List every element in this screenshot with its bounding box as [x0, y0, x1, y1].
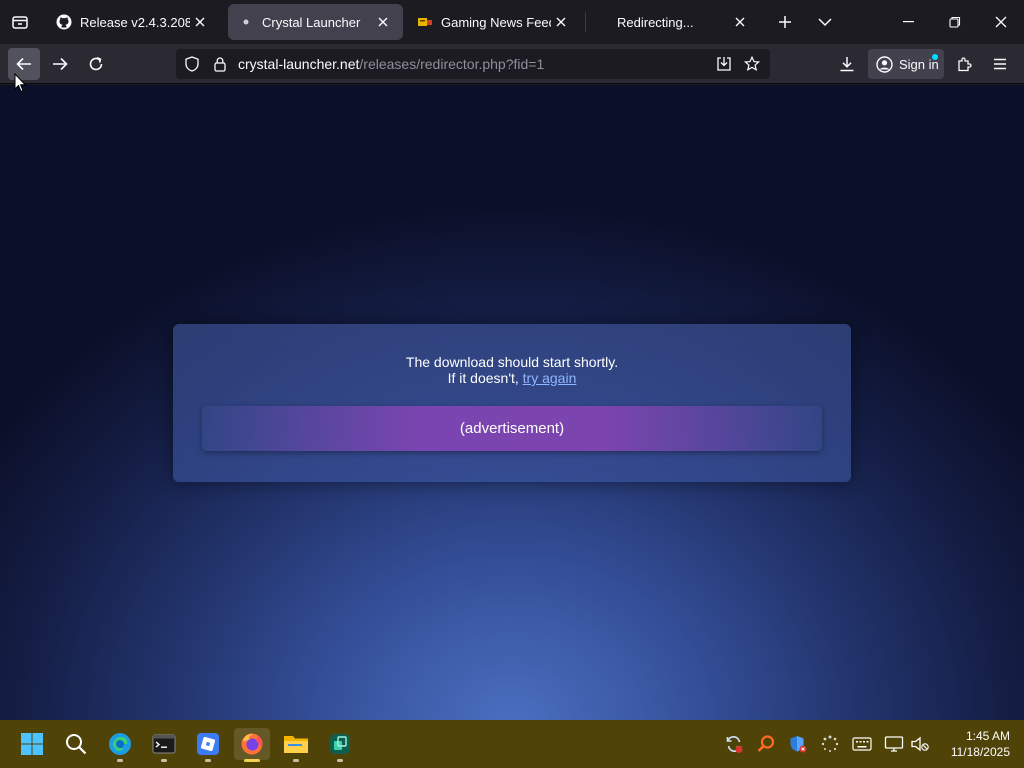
security-shield-icon[interactable] — [786, 732, 810, 756]
shield-icon[interactable] — [184, 56, 200, 72]
close-icon[interactable] — [730, 12, 750, 32]
running-indicator — [337, 759, 343, 762]
hamburger-menu-icon — [994, 58, 1006, 70]
download-message: The download should start shortly. — [405, 354, 619, 370]
start-icon — [21, 733, 43, 755]
search-icon — [66, 734, 87, 755]
tab-title: Crystal Launcher — [262, 14, 361, 30]
start-button[interactable] — [14, 728, 50, 760]
close-icon[interactable] — [190, 12, 210, 32]
tab-title: Redirecting... — [617, 14, 694, 30]
running-indicator — [205, 759, 211, 762]
retry-prefix: If it doesn't, — [447, 370, 523, 386]
tab-title: Release v2.4.3.2085-leg — [80, 14, 190, 30]
download-icon — [840, 57, 854, 72]
tab-gaming-news[interactable]: Gaming News Feed — [407, 4, 581, 40]
taskbar-firefox[interactable] — [234, 728, 270, 762]
arrow-right-icon — [53, 57, 68, 71]
close-window-button[interactable] — [978, 0, 1024, 44]
running-indicator — [293, 759, 299, 762]
install-app-icon[interactable] — [716, 56, 732, 72]
chevron-down-icon — [818, 18, 832, 27]
tab-title: Gaming News Feed — [441, 14, 551, 30]
close-icon[interactable] — [551, 12, 571, 32]
tab-strip: Release v2.4.3.2085-leg Crystal Launcher… — [0, 0, 1024, 44]
firefox-icon — [241, 733, 263, 755]
close-icon[interactable] — [373, 12, 393, 32]
downloads-button[interactable] — [831, 48, 863, 80]
roblox-icon — [197, 733, 219, 755]
navigation-toolbar: crystal-launcher.net/releases/redirector… — [0, 44, 1024, 84]
restore-icon — [949, 16, 961, 28]
app-icon — [330, 734, 350, 754]
sign-in-button[interactable]: Sign in — [868, 49, 944, 79]
active-indicator — [244, 759, 260, 762]
reload-icon — [89, 57, 103, 71]
system-clock[interactable]: 1:45 AM 11/18/2025 — [938, 728, 1010, 760]
file-explorer-icon — [284, 736, 308, 753]
address-bar[interactable]: crystal-launcher.net/releases/redirector… — [176, 49, 770, 79]
retry-message: If it doesn't, try again — [173, 370, 851, 386]
lock-icon[interactable] — [212, 56, 228, 72]
reload-button[interactable] — [80, 48, 112, 80]
loading-status-icon[interactable] — [818, 732, 842, 756]
running-indicator — [117, 759, 123, 762]
url-domain: crystal-launcher.net — [238, 56, 360, 72]
advertisement-label: (advertisement) — [459, 420, 565, 437]
search-button[interactable] — [58, 728, 94, 760]
edge-icon — [109, 733, 131, 755]
clock-time: 1:45 AM — [965, 729, 1010, 743]
volume-muted-icon[interactable] — [908, 732, 932, 756]
puzzle-icon — [958, 57, 972, 72]
forward-button[interactable] — [44, 48, 76, 80]
terminal-icon — [152, 734, 176, 754]
page-content: The download should start shortly. If it… — [0, 85, 1024, 720]
url-text[interactable]: crystal-launcher.net/releases/redirector… — [238, 56, 544, 72]
taskbar-roblox[interactable] — [190, 728, 226, 762]
bookmark-star-icon[interactable] — [744, 56, 760, 72]
minimize-icon — [903, 21, 914, 23]
taskbar-terminal[interactable] — [146, 728, 182, 762]
running-indicator — [161, 759, 167, 762]
display-icon[interactable] — [882, 732, 906, 756]
loading-dot-icon — [238, 14, 254, 30]
notification-dot — [932, 54, 938, 60]
tab-list-icon — [12, 16, 28, 29]
download-card: The download should start shortly. If it… — [173, 324, 851, 482]
close-icon — [995, 16, 1007, 28]
list-all-tabs-button[interactable] — [811, 8, 839, 36]
sync-status-icon[interactable] — [722, 732, 746, 756]
taskbar: 1:45 AM 11/18/2025 — [0, 720, 1024, 768]
tab-redirecting[interactable]: Redirecting... — [600, 4, 760, 40]
clock-date: 11/18/2025 — [950, 745, 1010, 759]
arrow-left-icon — [16, 57, 31, 71]
url-path: /releases/redirector.php?fid=1 — [359, 56, 545, 72]
advertisement-banner[interactable]: (advertisement) — [202, 406, 822, 451]
taskbar-file-explorer[interactable] — [278, 728, 314, 762]
plus-icon — [779, 16, 791, 28]
app-menu-button[interactable] — [984, 48, 1016, 80]
keyboard-icon[interactable] — [850, 732, 874, 756]
tab-separator — [585, 12, 586, 32]
taskbar-edge[interactable] — [102, 728, 138, 762]
extensions-button[interactable] — [948, 48, 980, 80]
minimize-button[interactable] — [886, 0, 932, 44]
account-icon — [876, 55, 893, 73]
mouse-cursor-icon — [14, 73, 26, 93]
try-again-link[interactable]: try again — [523, 370, 577, 386]
restore-button[interactable] — [932, 0, 978, 44]
new-tab-button[interactable] — [771, 8, 799, 36]
news-icon — [417, 14, 433, 30]
search-tool-icon[interactable] — [754, 732, 778, 756]
taskbar-app[interactable] — [322, 728, 358, 762]
tab-overview-button[interactable] — [6, 8, 34, 36]
github-icon — [56, 14, 72, 30]
tab-crystal-launcher[interactable]: Crystal Launcher — [228, 4, 403, 40]
tab-release[interactable]: Release v2.4.3.2085-leg — [46, 4, 220, 40]
